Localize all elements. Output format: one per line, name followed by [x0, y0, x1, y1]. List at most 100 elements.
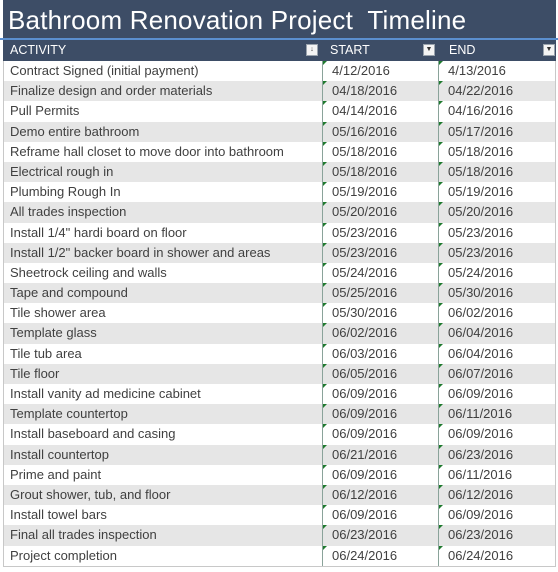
end-date-cell[interactable]: 05/17/2016 — [438, 121, 556, 142]
end-date-cell[interactable]: 06/04/2016 — [438, 343, 556, 364]
table-border-right — [555, 61, 556, 567]
activity-cell[interactable]: All trades inspection — [3, 202, 322, 222]
activity-cell[interactable]: Template countertop — [3, 404, 322, 424]
start-date-cell[interactable]: 04/18/2016 — [322, 81, 438, 102]
end-date-cell[interactable]: 06/09/2016 — [438, 505, 556, 526]
activity-cell[interactable]: Contract Signed (initial payment) — [3, 61, 322, 81]
activity-cell[interactable]: Install baseboard and casing — [3, 424, 322, 444]
cell-text: 05/19/2016 — [332, 184, 398, 200]
start-date-cell[interactable]: 06/05/2016 — [322, 363, 438, 384]
end-date-cell[interactable]: 05/18/2016 — [438, 161, 556, 183]
cell-text: Install 1/4" hardi board on floor — [10, 224, 187, 240]
end-date-cell[interactable]: 04/22/2016 — [438, 81, 556, 102]
start-date-cell[interactable]: 06/21/2016 — [322, 444, 438, 465]
end-date-cell[interactable]: 06/07/2016 — [438, 363, 556, 384]
end-date-cell[interactable]: 06/02/2016 — [438, 303, 556, 324]
activity-cell[interactable]: Install vanity ad medicine cabinet — [3, 384, 322, 404]
end-date-cell[interactable]: 06/12/2016 — [438, 484, 556, 506]
activity-cell[interactable]: Install countertop — [3, 445, 322, 465]
end-date-cell[interactable]: 05/23/2016 — [438, 222, 556, 243]
end-date-cell[interactable]: 06/23/2016 — [438, 444, 556, 465]
start-date-cell[interactable]: 04/14/2016 — [322, 101, 438, 122]
cell-text: All trades inspection — [10, 204, 127, 220]
cell-text: 06/05/2016 — [332, 365, 398, 381]
cell-text: 06/23/2016 — [448, 446, 514, 462]
end-date-cell[interactable]: 06/09/2016 — [438, 384, 556, 405]
activity-cell[interactable]: Plumbing Rough In — [3, 182, 322, 202]
end-date-cell[interactable]: 05/18/2016 — [438, 141, 556, 162]
end-date-cell[interactable]: 06/04/2016 — [438, 323, 556, 344]
activity-cell[interactable]: Grout shower, tub, and floor — [3, 485, 322, 505]
activity-cell[interactable]: Tile tub area — [3, 344, 322, 364]
activity-cell[interactable]: Tape and compound — [3, 283, 322, 303]
end-date-cell[interactable]: 06/11/2016 — [438, 404, 556, 425]
dropdown-filter-icon[interactable]: ▼ — [423, 44, 435, 56]
start-date-cell[interactable]: 06/02/2016 — [322, 323, 438, 344]
start-date-cell[interactable]: 05/23/2016 — [322, 242, 438, 263]
start-date-cell[interactable]: 05/20/2016 — [322, 202, 438, 223]
error-indicator-icon — [323, 323, 327, 328]
start-date-cell[interactable]: 05/24/2016 — [322, 262, 438, 284]
cell-text: 05/23/2016 — [448, 224, 514, 240]
column-header-end[interactable]: END ▼ — [438, 40, 556, 61]
column-header-activity[interactable]: ACTIVITY ↓ — [3, 40, 322, 61]
end-date-cell[interactable]: 05/19/2016 — [438, 182, 556, 203]
start-date-cell[interactable]: 05/30/2016 — [322, 303, 438, 324]
activity-cell[interactable]: Tile floor — [3, 364, 322, 384]
activity-cell[interactable]: Electrical rough in — [3, 162, 322, 182]
start-date-cell[interactable]: 05/23/2016 — [322, 222, 438, 243]
start-date-cell[interactable]: 06/09/2016 — [322, 505, 438, 526]
end-date-cell[interactable]: 04/16/2016 — [438, 101, 556, 122]
table-row: Pull Permits 04/14/2016 04/16/2016 — [3, 101, 556, 122]
start-date-cell[interactable]: 06/09/2016 — [322, 404, 438, 425]
start-date-cell[interactable]: 06/09/2016 — [322, 464, 438, 485]
activity-cell[interactable]: Final all trades inspection — [3, 525, 322, 545]
error-indicator-icon — [439, 202, 443, 207]
end-date-cell[interactable]: 05/30/2016 — [438, 283, 556, 304]
start-date-cell[interactable]: 06/03/2016 — [322, 343, 438, 364]
activity-cell[interactable]: Tile shower area — [3, 303, 322, 323]
cell-text: Final all trades inspection — [10, 527, 157, 543]
activity-cell[interactable]: Project completion — [3, 546, 322, 566]
start-date-cell[interactable]: 06/23/2016 — [322, 525, 438, 546]
column-header-start[interactable]: START ▼ — [322, 40, 438, 61]
sort-filter-icon[interactable]: ↓ — [306, 44, 318, 56]
activity-cell[interactable]: Finalize design and order materials — [3, 81, 322, 101]
start-date-cell[interactable]: 05/19/2016 — [322, 182, 438, 203]
activity-cell[interactable]: Sheetrock ceiling and walls — [3, 263, 322, 283]
activity-cell[interactable]: Demo entire bathroom — [3, 122, 322, 142]
end-date-cell[interactable]: 06/11/2016 — [438, 464, 556, 485]
table-row: Tile tub area 06/03/2016 06/04/2016 — [3, 343, 556, 364]
cell-text: 06/09/2016 — [332, 406, 398, 422]
start-date-cell[interactable]: 06/24/2016 — [322, 545, 438, 566]
cell-text: 06/09/2016 — [332, 466, 398, 482]
table-row: Plumbing Rough In 05/19/2016 05/19/2016 — [3, 182, 556, 203]
start-date-cell[interactable]: 4/12/2016 — [322, 61, 438, 82]
start-date-cell[interactable]: 05/25/2016 — [322, 283, 438, 304]
end-date-cell[interactable]: 05/23/2016 — [438, 242, 556, 263]
end-date-cell[interactable]: 06/09/2016 — [438, 424, 556, 445]
table-row: Install vanity ad medicine cabinet 06/09/… — [3, 384, 556, 405]
activity-cell[interactable]: Pull Permits — [3, 101, 322, 121]
end-date-cell[interactable]: 06/24/2016 — [438, 545, 556, 566]
start-date-cell[interactable]: 05/18/2016 — [322, 141, 438, 162]
end-date-cell[interactable]: 4/13/2016 — [438, 61, 556, 82]
table-body: Contract Signed (initial payment) 4/12/20… — [3, 61, 556, 566]
cell-text: 05/18/2016 — [448, 143, 514, 159]
activity-cell[interactable]: Install towel bars — [3, 505, 322, 525]
start-date-cell[interactable]: 06/09/2016 — [322, 424, 438, 445]
end-date-cell[interactable]: 06/23/2016 — [438, 525, 556, 546]
activity-cell[interactable]: Reframe hall closet to move door into ba… — [3, 142, 322, 162]
start-date-cell[interactable]: 06/12/2016 — [322, 484, 438, 506]
start-date-cell[interactable]: 05/18/2016 — [322, 161, 438, 183]
activity-cell[interactable]: Prime and paint — [3, 465, 322, 485]
start-date-cell[interactable]: 05/16/2016 — [322, 121, 438, 142]
activity-cell[interactable]: Install 1/2" backer board in shower and … — [3, 243, 322, 263]
table-row: Grout shower, tub, and floor 06/12/2016 06… — [3, 484, 556, 506]
end-date-cell[interactable]: 05/24/2016 — [438, 262, 556, 284]
activity-cell[interactable]: Install 1/4" hardi board on floor — [3, 223, 322, 243]
dropdown-filter-icon[interactable]: ▼ — [543, 44, 555, 56]
start-date-cell[interactable]: 06/09/2016 — [322, 384, 438, 405]
end-date-cell[interactable]: 05/20/2016 — [438, 202, 556, 223]
activity-cell[interactable]: Template glass — [3, 323, 322, 343]
